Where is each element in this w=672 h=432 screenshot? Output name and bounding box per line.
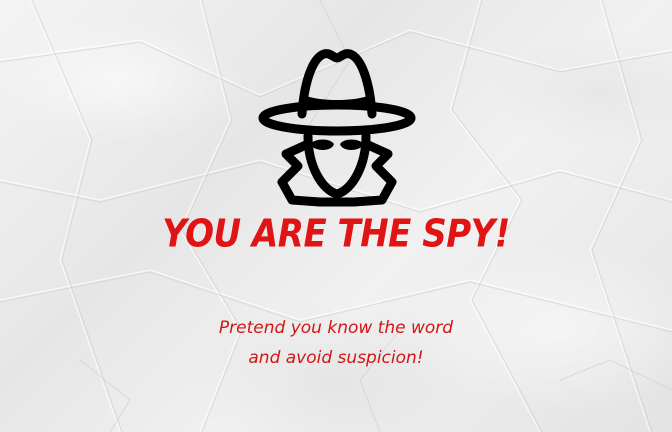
page-title: YOU ARE THE SPY! (162, 211, 510, 257)
instruction-line-2: and avoid suspicion! (248, 348, 424, 368)
spy-icon (258, 49, 416, 207)
instruction-line-1: Pretend you know the word (218, 318, 454, 338)
